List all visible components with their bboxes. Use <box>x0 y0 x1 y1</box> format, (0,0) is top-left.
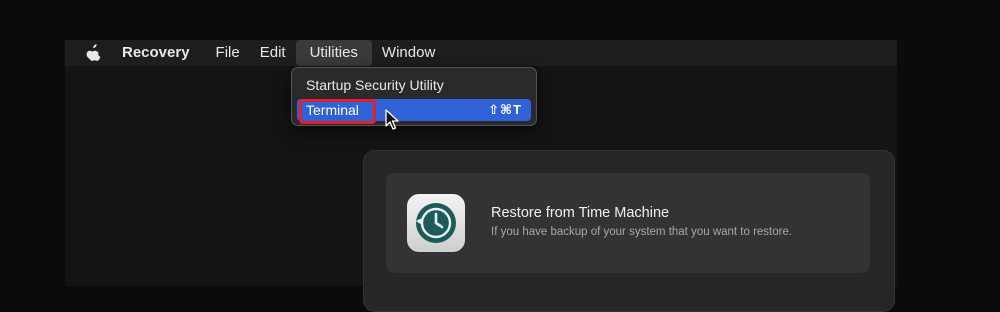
apple-logo-icon[interactable] <box>84 43 102 63</box>
option-restore-from-time-machine[interactable]: Restore from Time Machine If you have ba… <box>386 173 870 273</box>
menu-item-label: Startup Security Utility <box>306 77 444 93</box>
menu-window[interactable]: Window <box>372 40 445 66</box>
menu-edit[interactable]: Edit <box>250 40 296 66</box>
menu-item-label: Terminal <box>306 102 359 118</box>
menu-item-startup-security-utility[interactable]: Startup Security Utility <box>297 74 531 96</box>
menu-bar: Recovery File Edit Utilities Window <box>65 40 897 66</box>
option-subtitle: If you have backup of your system that y… <box>491 226 793 238</box>
recovery-screen: Recovery File Edit Utilities Window Star… <box>65 40 897 312</box>
mouse-pointer-icon <box>385 109 399 136</box>
utilities-dropdown-menu: Startup Security Utility Terminal ⇧⌘T <box>291 67 537 126</box>
menu-app-recovery[interactable]: Recovery <box>122 40 200 66</box>
time-machine-icon <box>407 194 465 252</box>
keyboard-shortcut: ⇧⌘T <box>488 102 522 117</box>
menu-utilities[interactable]: Utilities <box>295 40 372 66</box>
menu-file[interactable]: File <box>206 40 250 66</box>
option-title: Restore from Time Machine <box>491 205 670 221</box>
menu-item-terminal[interactable]: Terminal ⇧⌘T <box>297 99 531 121</box>
recovery-options-panel: Restore from Time Machine If you have ba… <box>363 150 895 312</box>
